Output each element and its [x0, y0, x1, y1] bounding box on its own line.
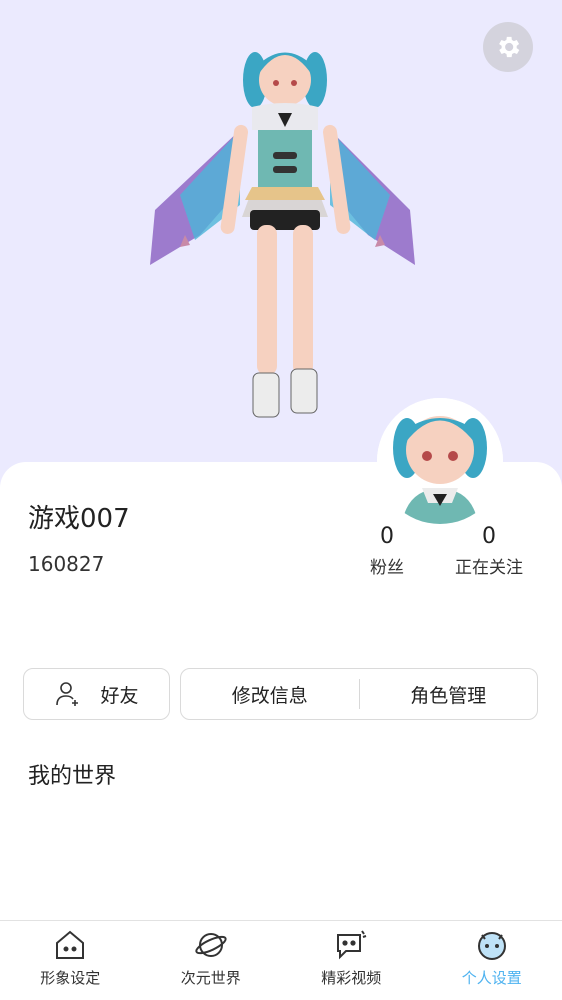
nav-label-appearance: 形象设定 [40, 967, 100, 988]
chat-bubble-icon [334, 929, 368, 961]
profile-actions-group: 修改信息 角色管理 [180, 668, 538, 720]
gear-icon [494, 33, 522, 61]
following-stat[interactable]: 0 正在关注 [429, 524, 549, 578]
nav-item-videos[interactable]: 精彩视频 [281, 921, 422, 1000]
character-stage [0, 0, 562, 470]
nav-item-personal-settings[interactable]: 个人设置 [422, 921, 562, 1000]
character-model[interactable] [140, 35, 430, 425]
friends-button[interactable]: 好友 [23, 668, 170, 720]
house-icon [53, 929, 87, 961]
planet-icon [194, 929, 228, 961]
following-label: 正在关注 [429, 553, 549, 578]
nav-label-personal-settings: 个人设置 [462, 967, 522, 988]
nav-label-dimension-world: 次元世界 [181, 967, 241, 988]
nav-label-videos: 精彩视频 [321, 967, 381, 988]
username: 游戏007 [28, 498, 130, 535]
avatar[interactable] [377, 398, 503, 524]
nav-item-appearance[interactable]: 形象设定 [0, 921, 141, 1000]
nav-item-dimension-world[interactable]: 次元世界 [141, 921, 282, 1000]
my-world-title: 我的世界 [28, 758, 116, 790]
add-user-icon [54, 680, 82, 708]
friends-label: 好友 [100, 681, 138, 708]
bottom-nav: 形象设定 次元世界 精彩视频 个人设置 [0, 920, 562, 1000]
user-id: 160827 [28, 552, 104, 576]
following-count: 0 [429, 524, 549, 549]
edit-info-button[interactable]: 修改信息 [181, 681, 359, 708]
role-manage-button[interactable]: 角色管理 [360, 681, 538, 708]
avatar-face-icon [475, 929, 509, 961]
settings-button[interactable] [483, 22, 533, 72]
